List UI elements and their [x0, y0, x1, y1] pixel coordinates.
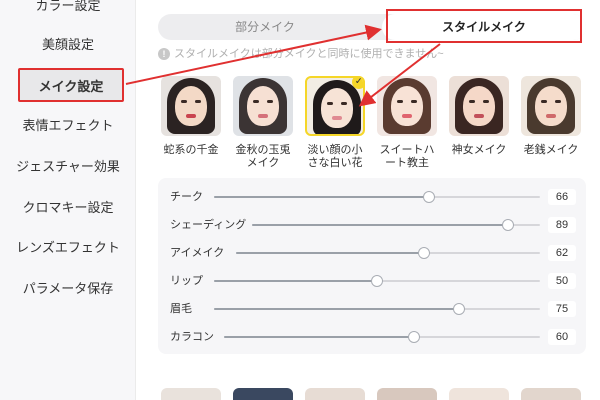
style-label: スイートハート教主 — [379, 144, 435, 169]
notice-text: スタイルメイクは部分メイクと同時に使用できません~ — [174, 48, 444, 60]
info-icon: ! — [158, 48, 170, 60]
style-thumbnail-partial[interactable] — [449, 388, 509, 400]
style-card[interactable]: スイートハート教主 — [376, 76, 438, 170]
style-thumbnail-partial[interactable] — [377, 388, 437, 400]
slider-handle[interactable] — [418, 247, 431, 259]
slider-value[interactable]: 89 — [548, 217, 576, 233]
sidebar-item-color-settings[interactable]: カラー設定 — [0, 0, 136, 16]
sidebar-item-expression-effects[interactable]: 表情エフェクト — [0, 116, 136, 136]
sidebar-item-save-parameters[interactable]: パラメータ保存 — [0, 279, 136, 299]
slider-handle[interactable] — [371, 275, 383, 287]
slider-row: シェーディング 89 — [158, 215, 586, 235]
slider-row: リップ 50 — [158, 271, 586, 291]
slider-label: 眉毛 — [170, 303, 192, 315]
style-card[interactable]: 神女メイク — [448, 76, 510, 157]
slider-value[interactable]: 50 — [548, 273, 576, 289]
slider-value[interactable]: 62 — [548, 245, 576, 261]
style-thumbnail-partial[interactable] — [233, 388, 293, 400]
slider-label: シェーディング — [170, 219, 247, 231]
check-icon: ✓ — [352, 78, 363, 89]
slider-handle[interactable] — [452, 303, 465, 315]
slider-row: アイメイク 62 — [158, 243, 586, 263]
style-label: 蛇系の千金 — [163, 144, 219, 156]
slider-label: カラコン — [170, 331, 214, 343]
style-thumbnail: ✓ — [305, 76, 365, 136]
style-thumbnail — [449, 76, 509, 136]
slider-row: チーク 66 — [158, 187, 586, 207]
slider-track[interactable] — [236, 247, 540, 259]
slider-label: アイメイク — [170, 247, 225, 259]
style-thumbnail-partial[interactable] — [161, 388, 221, 400]
slider-fill — [236, 252, 425, 254]
slider-handle[interactable] — [423, 191, 436, 203]
slider-track[interactable] — [252, 219, 540, 231]
style-label: 淡い顔の小さな白い花 — [307, 144, 363, 169]
slider-value[interactable]: 75 — [548, 301, 576, 317]
main-panel: 部分メイク スタイルメイク ! スタイルメイクは部分メイクと同時に使用できません~… — [136, 0, 600, 400]
slider-fill — [252, 224, 509, 226]
slider-label: リップ — [170, 275, 203, 287]
slider-fill — [224, 336, 414, 338]
sidebar-item-lens-effects[interactable]: レンズエフェクト — [0, 238, 136, 258]
slider-fill — [214, 308, 459, 310]
style-card[interactable]: 蛇系の千金 — [160, 76, 222, 157]
notice: ! スタイルメイクは部分メイクと同時に使用できません~ — [158, 46, 444, 62]
sidebar: カラー設定 美顔設定 メイク設定 表情エフェクト ジェスチャー効果 クロマキー設… — [0, 0, 136, 400]
style-thumbnail-partial[interactable] — [305, 388, 365, 400]
sidebar-item-chroma-key[interactable]: クロマキー設定 — [0, 198, 136, 218]
sidebar-item-beauty-settings[interactable]: 美顔設定 — [0, 35, 136, 55]
makeup-sliders-panel: チーク 66 シェーディング 89 アイメイク 62 リップ 50 眉毛 75 … — [158, 178, 586, 354]
style-thumbnail — [161, 76, 221, 136]
style-label: 老銭メイク — [523, 144, 579, 156]
sidebar-item-makeup-settings[interactable]: メイク設定 — [18, 68, 124, 102]
tab-partial-makeup[interactable]: 部分メイク — [158, 14, 372, 40]
style-thumbnail-partial[interactable] — [521, 388, 581, 400]
sidebar-item-gesture-effects[interactable]: ジェスチャー効果 — [0, 157, 136, 177]
slider-label: チーク — [170, 191, 203, 203]
slider-fill — [214, 280, 377, 282]
slider-row: カラコン 60 — [158, 327, 586, 347]
slider-value[interactable]: 66 — [548, 189, 576, 205]
style-thumbnail — [521, 76, 581, 136]
style-card[interactable]: 老銭メイク — [520, 76, 582, 157]
style-thumbnail — [377, 76, 437, 136]
slider-track[interactable] — [214, 303, 540, 315]
style-thumbnail — [233, 76, 293, 136]
highlight-box — [386, 9, 582, 43]
slider-track[interactable] — [224, 331, 540, 343]
slider-handle[interactable] — [502, 219, 515, 231]
style-card-selected[interactable]: ✓ 淡い顔の小さな白い花 — [304, 76, 366, 170]
slider-handle[interactable] — [407, 331, 420, 343]
slider-value[interactable]: 60 — [548, 329, 576, 345]
style-label: 金秋の玉兎メイク — [235, 144, 291, 169]
slider-row: 眉毛 75 — [158, 299, 586, 319]
style-card[interactable]: 金秋の玉兎メイク — [232, 76, 294, 170]
slider-track[interactable] — [214, 275, 540, 287]
slider-track[interactable] — [214, 191, 540, 203]
style-label: 神女メイク — [451, 144, 507, 156]
slider-fill — [214, 196, 430, 198]
